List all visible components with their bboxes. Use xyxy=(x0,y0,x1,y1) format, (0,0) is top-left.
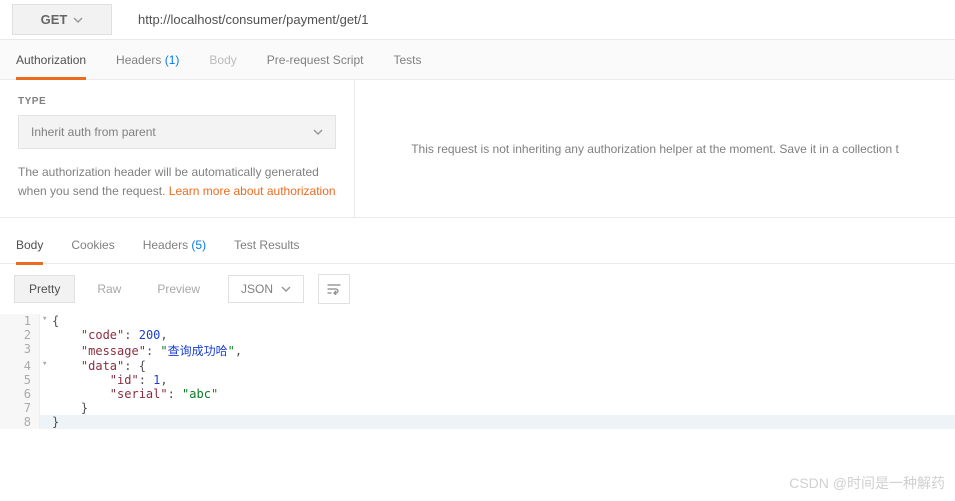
viewtab-pretty[interactable]: Pretty xyxy=(14,275,75,303)
code-line: 5 "id": 1, xyxy=(0,373,955,387)
chevron-down-icon xyxy=(281,286,291,292)
code-line: 6 "serial": "abc" xyxy=(0,387,955,401)
tab-response-cookies[interactable]: Cookies xyxy=(71,225,114,265)
tab-response-headers-label: Headers xyxy=(143,238,188,252)
auth-message: This request is not inheriting any autho… xyxy=(355,80,955,217)
auth-type-value: Inherit auth from parent xyxy=(31,125,156,139)
tab-response-headers-count: (5) xyxy=(191,238,206,252)
watermark: CSDN @时间是一种解药 xyxy=(789,473,945,493)
response-body-code[interactable]: 1▾{2 "code": 200,3 "message": "查询成功哈",4▾… xyxy=(0,314,955,429)
tab-headers[interactable]: Headers (1) xyxy=(116,40,179,80)
chevron-down-icon xyxy=(73,17,83,23)
url-input[interactable] xyxy=(124,0,955,39)
auth-type-select[interactable]: Inherit auth from parent xyxy=(18,115,336,149)
format-label: JSON xyxy=(241,282,273,296)
tab-headers-count: (1) xyxy=(165,53,180,67)
code-line: 2 "code": 200, xyxy=(0,328,955,342)
tab-response-testresults[interactable]: Test Results xyxy=(234,225,299,265)
tab-body[interactable]: Body xyxy=(209,40,236,80)
viewtab-preview[interactable]: Preview xyxy=(143,276,214,302)
tab-authorization[interactable]: Authorization xyxy=(16,40,86,80)
tab-prerequest[interactable]: Pre-request Script xyxy=(267,40,364,80)
viewtab-raw[interactable]: Raw xyxy=(83,276,135,302)
code-line: 1▾{ xyxy=(0,314,955,328)
code-line: 7 } xyxy=(0,401,955,415)
chevron-down-icon xyxy=(313,129,323,135)
http-method-select[interactable]: GET xyxy=(12,4,112,35)
code-line: 3 "message": "查询成功哈", xyxy=(0,342,955,359)
request-tabs: Authorization Headers (1) Body Pre-reque… xyxy=(0,40,955,80)
tab-response-headers[interactable]: Headers (5) xyxy=(143,225,206,265)
tab-tests[interactable]: Tests xyxy=(393,40,421,80)
code-line: 8} xyxy=(0,415,955,429)
format-select[interactable]: JSON xyxy=(228,275,304,303)
code-line: 4▾ "data": { xyxy=(0,359,955,373)
learn-more-link[interactable]: Learn more about authorization xyxy=(169,184,336,198)
auth-type-label: TYPE xyxy=(18,96,336,107)
http-method-label: GET xyxy=(41,12,68,27)
response-tabs: Body Cookies Headers (5) Test Results xyxy=(0,226,955,264)
tab-response-body[interactable]: Body xyxy=(16,225,43,265)
auth-description: The authorization header will be automat… xyxy=(18,163,336,201)
tab-headers-label: Headers xyxy=(116,53,161,67)
wrap-icon[interactable] xyxy=(318,274,350,304)
